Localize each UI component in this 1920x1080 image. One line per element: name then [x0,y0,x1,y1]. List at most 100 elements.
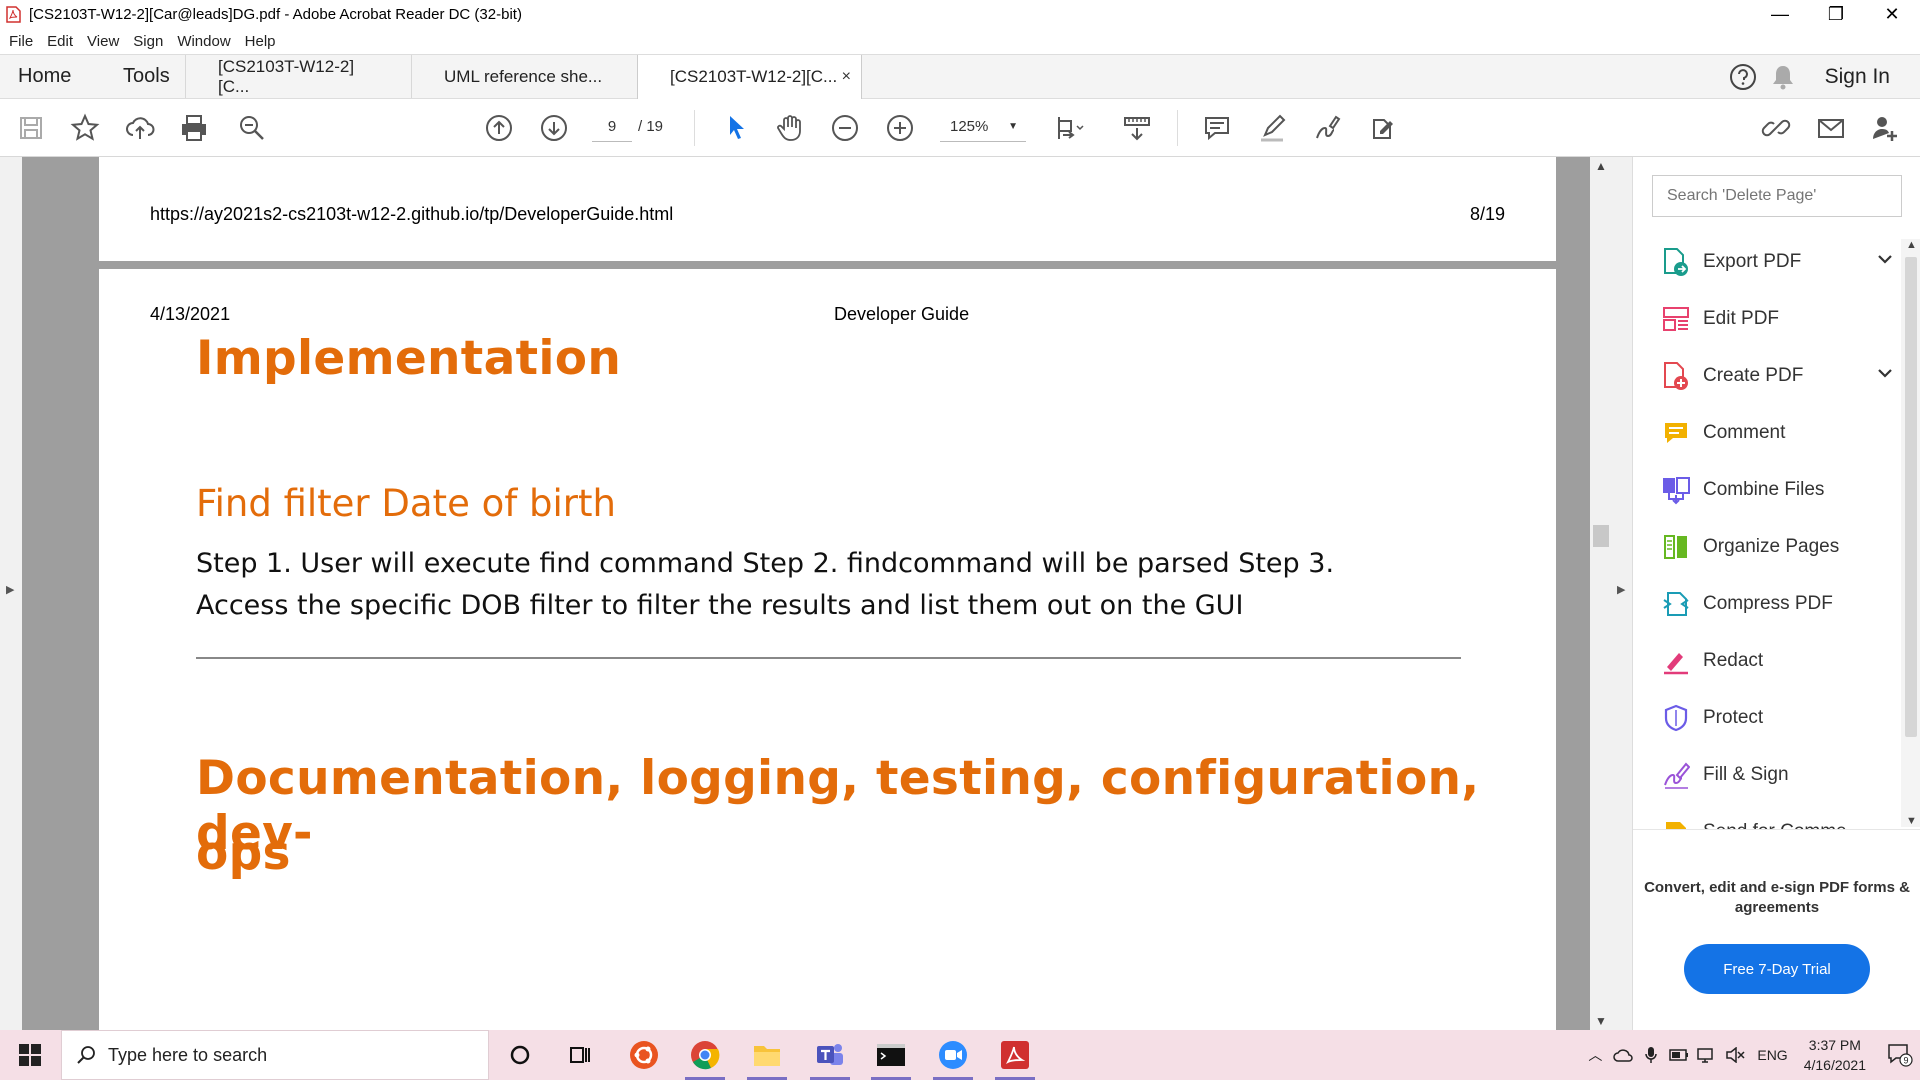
main-toolbar: / 19 125% ▼ [0,99,1920,157]
page-down-icon[interactable] [537,111,571,145]
tool-comment[interactable]: Comment [1633,404,1903,461]
sign-in-button[interactable]: Sign In [1825,65,1890,89]
cortana-icon[interactable] [496,1035,544,1075]
zoom-in-icon[interactable] [883,111,917,145]
battery-icon[interactable] [1665,1049,1693,1061]
document-scrollbar[interactable]: ▲ ▼ [1590,157,1612,1030]
tool-redact[interactable]: Redact [1633,632,1903,689]
help-icon[interactable] [1729,63,1757,91]
menu-edit[interactable]: Edit [40,33,80,50]
scroll-mode-icon[interactable] [1120,111,1154,145]
notification-center-icon[interactable]: 9 [1880,1043,1920,1067]
hand-icon[interactable] [773,111,807,145]
left-panel-toggle[interactable]: ▶ [0,157,22,1030]
chevron-down-icon[interactable] [1877,365,1893,383]
zoom-select[interactable]: 125% ▼ [940,112,1026,142]
doc-tab-dg[interactable]: [CS2103T-W12-2][C... [185,55,411,98]
scroll-up-icon[interactable]: ▲ [1906,239,1917,251]
menu-file[interactable]: File [2,33,40,50]
menu-view[interactable]: View [80,33,126,50]
search-zoom-icon[interactable] [235,111,269,145]
file-explorer-icon[interactable] [743,1035,791,1080]
menu-bar: File Edit View Sign Window Help [0,29,1920,54]
tab-close-icon[interactable]: × [842,68,851,86]
close-window-button[interactable]: ✕ [1864,0,1920,29]
page-number-input[interactable] [592,112,632,142]
scroll-up-icon[interactable]: ▲ [1595,159,1607,173]
language-indicator[interactable]: ENG [1757,1047,1787,1063]
menu-window[interactable]: Window [170,33,237,50]
tool-label: Redact [1703,649,1764,671]
tool-create-pdf[interactable]: Create PDF [1633,347,1903,404]
restore-button[interactable]: ❐ [1808,0,1864,29]
scrollbar-thumb[interactable] [1593,525,1609,547]
microphone-icon[interactable] [1637,1046,1665,1064]
save-icon[interactable] [14,111,48,145]
comment-icon[interactable] [1200,111,1234,145]
doc-tab-active-label: [CS2103T-W12-2][C... [670,67,838,86]
zoom-icon[interactable] [929,1035,977,1080]
print-header-title: Developer Guide [834,304,970,324]
tool-compress-pdf[interactable]: Compress PDF [1633,575,1903,632]
clock[interactable]: 3:37 PM 4/16/2021 [1804,1035,1866,1075]
tool-label: Combine Files [1703,478,1825,500]
fit-page-icon[interactable] [1052,111,1086,145]
free-trial-button[interactable]: Free 7-Day Trial [1684,944,1870,994]
tool-list: Export PDF Edit PDF Create PDF Comment C… [1633,233,1903,860]
scroll-down-icon[interactable]: ▼ [1906,815,1917,827]
share-edit-icon[interactable] [1365,111,1399,145]
doc-tab-active[interactable]: [CS2103T-W12-2][C... × [637,55,862,99]
mail-icon[interactable] [1814,111,1848,145]
zoom-out-icon[interactable] [828,111,862,145]
sign-icon[interactable] [1310,111,1344,145]
tools-search-input[interactable] [1652,175,1902,217]
acrobat-icon[interactable] [991,1035,1039,1080]
tool-label: Protect [1703,706,1764,728]
highlight-icon[interactable] [1255,111,1289,145]
select-arrow-icon[interactable] [719,111,753,145]
upload-cloud-icon[interactable] [123,111,157,145]
tool-export-pdf[interactable]: Export PDF [1633,233,1903,290]
tool-organize-pages[interactable]: Organize Pages [1633,518,1903,575]
tool-fill-sign[interactable]: Fill & Sign [1633,746,1903,803]
terminal-icon[interactable] [867,1035,915,1080]
page-up-icon[interactable] [482,111,516,145]
print-icon[interactable] [177,111,211,145]
chrome-icon[interactable] [681,1035,729,1080]
tool-combine-files[interactable]: Combine Files [1633,461,1903,518]
expand-left-icon: ▶ [6,584,15,596]
document-viewer[interactable]: ▶ https://ay2021s2-cs2103t-w12-2.github.… [0,157,1632,1030]
link-icon[interactable] [1759,111,1793,145]
menu-sign[interactable]: Sign [126,33,170,50]
clock-time: 3:37 PM [1808,1037,1861,1053]
task-view-icon[interactable] [556,1035,604,1075]
tool-edit-pdf[interactable]: Edit PDF [1633,290,1903,347]
promo-footer: Convert, edit and e-sign PDF forms & agr… [1633,829,1920,1030]
minimize-button[interactable]: — [1752,0,1808,29]
add-user-icon[interactable] [1868,111,1902,145]
bookmark-star-icon[interactable] [68,111,102,145]
right-panel-toggle[interactable]: ▶ [1612,157,1632,1030]
network-icon[interactable] [1693,1047,1721,1063]
bell-icon[interactable] [1771,64,1795,90]
doc-tab-uml[interactable]: UML reference she... [411,55,637,98]
scrollbar-thumb[interactable] [1905,257,1917,737]
onedrive-icon[interactable] [1609,1048,1637,1062]
tools-pane: Export PDF Edit PDF Create PDF Comment C… [1632,157,1920,1030]
system-tray: ︿ ENG 3:37 PM 4/16/2021 9 [1581,1030,1920,1080]
create-pdf-icon [1661,361,1691,391]
protect-icon [1661,703,1691,733]
scroll-down-icon[interactable]: ▼ [1595,1014,1607,1028]
taskbar-search-box[interactable]: Type here to search [61,1030,489,1080]
volume-muted-icon[interactable] [1721,1047,1749,1063]
tab-tools[interactable]: Tools [105,55,185,98]
chevron-down-icon[interactable] [1877,251,1893,269]
ubuntu-icon[interactable] [620,1035,668,1075]
chevron-up-icon[interactable]: ︿ [1581,1045,1609,1065]
tool-protect[interactable]: Protect [1633,689,1903,746]
teams-icon[interactable] [806,1035,854,1080]
windows-start-icon[interactable] [0,1030,60,1080]
tools-scrollbar[interactable]: ▲ ▼ [1901,239,1920,827]
tab-home[interactable]: Home [0,55,105,98]
menu-help[interactable]: Help [238,33,283,50]
